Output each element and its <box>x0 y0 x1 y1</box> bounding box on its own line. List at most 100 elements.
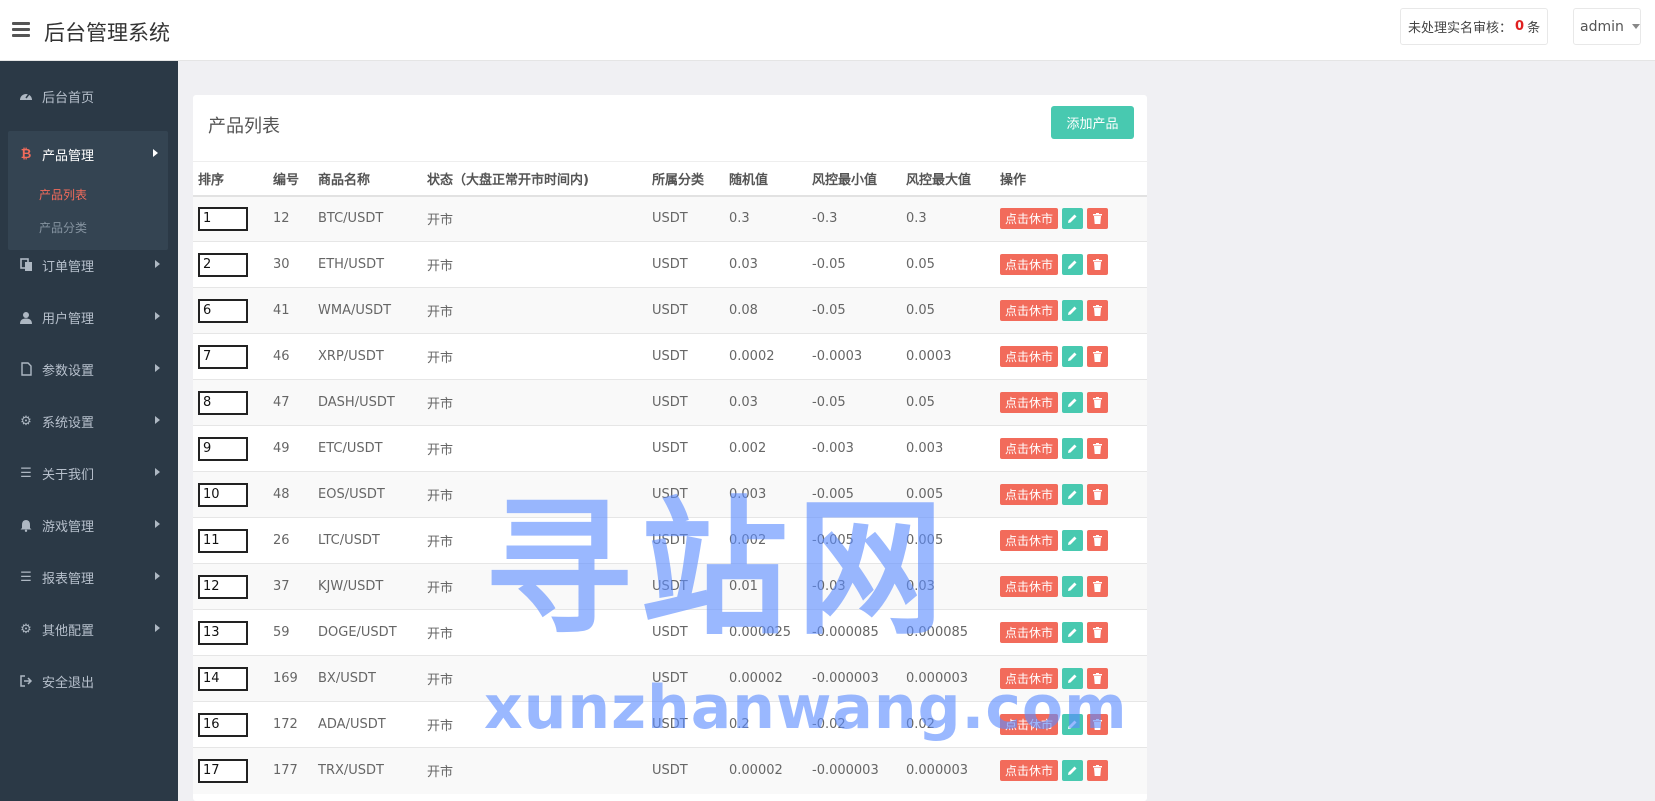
delete-button[interactable] <box>1087 576 1109 597</box>
sidebar-item-params[interactable]: 参数设置 <box>0 349 178 389</box>
edit-button[interactable] <box>1062 714 1084 735</box>
sidebar-item-system[interactable]: ⚙ 系统设置 <box>0 401 178 441</box>
name-cell: EOS/USDT <box>313 471 422 518</box>
close-market-button[interactable]: 点击休市 <box>1000 208 1059 230</box>
user-menu[interactable]: admin <box>1573 8 1641 45</box>
status-cell: 开市 <box>422 563 647 610</box>
edit-button[interactable] <box>1062 622 1084 643</box>
sort-order-input[interactable] <box>198 436 248 461</box>
edit-button[interactable] <box>1062 208 1084 230</box>
close-market-button[interactable]: 点击休市 <box>1000 714 1059 735</box>
close-market-button[interactable]: 点击休市 <box>1000 668 1059 689</box>
close-market-button[interactable]: 点击休市 <box>1000 438 1059 459</box>
add-product-button[interactable]: 添加产品 <box>1051 106 1134 139</box>
close-market-button[interactable]: 点击休市 <box>1000 530 1059 551</box>
sidebar-item-orders[interactable]: 订单管理 <box>0 245 178 285</box>
delete-button[interactable] <box>1087 438 1109 459</box>
sidebar-item-reports[interactable]: ☰ 报表管理 <box>0 557 178 597</box>
menu-toggle-icon[interactable] <box>12 22 30 37</box>
sort-order-input[interactable] <box>198 666 248 691</box>
column-header-status[interactable]: 状态（大盘正常开市时间内) <box>422 161 647 197</box>
pencil-icon <box>1067 719 1078 730</box>
ops-cell: 点击休市 <box>995 287 1147 334</box>
delete-button[interactable] <box>1087 530 1109 551</box>
table-row: 177TRX/USDT开市USDT0.00002-0.0000030.00000… <box>193 747 1147 794</box>
min-cell: -0.005 <box>807 471 901 518</box>
sidebar-item-other[interactable]: ⚙ 其他配置 <box>0 609 178 649</box>
name-cell: BTC/USDT <box>313 195 422 242</box>
table-row: 47DASH/USDT开市USDT0.03-0.050.05点击休市 <box>193 379 1147 426</box>
sort-order-input[interactable] <box>198 298 248 323</box>
min-cell: -0.05 <box>807 241 901 288</box>
column-header-sort[interactable]: 排序 <box>193 161 268 197</box>
sidebar-item-home[interactable]: 后台首页 <box>0 76 178 116</box>
sort-order-input[interactable] <box>198 758 248 783</box>
edit-button[interactable] <box>1062 300 1084 321</box>
table-row: 30ETH/USDT开市USDT0.03-0.050.05点击休市 <box>193 241 1147 288</box>
close-market-button[interactable]: 点击休市 <box>1000 760 1059 782</box>
edit-button[interactable] <box>1062 346 1084 367</box>
column-header-random[interactable]: 随机值 <box>724 161 807 197</box>
sort-order-input[interactable] <box>198 390 248 415</box>
delete-button[interactable] <box>1087 392 1109 413</box>
edit-button[interactable] <box>1062 438 1084 459</box>
delete-button[interactable] <box>1087 346 1109 367</box>
sort-cell <box>193 287 268 334</box>
close-market-button[interactable]: 点击休市 <box>1000 484 1059 505</box>
sort-order-input[interactable] <box>198 574 248 599</box>
sort-order-input[interactable] <box>198 712 248 737</box>
sort-order-input[interactable] <box>198 252 248 277</box>
min-cell: -0.000003 <box>807 655 901 702</box>
edit-button[interactable] <box>1062 668 1084 689</box>
category-cell: USDT <box>647 701 724 748</box>
sidebar-item-logout[interactable]: 安全退出 <box>0 661 178 701</box>
sidebar-item-users[interactable]: 用户管理 <box>0 297 178 337</box>
sidebar-item-about[interactable]: ☰ 关于我们 <box>0 453 178 493</box>
column-header-category[interactable]: 所属分类 <box>647 161 724 197</box>
delete-button[interactable] <box>1087 208 1109 230</box>
delete-button[interactable] <box>1087 300 1109 321</box>
close-market-button[interactable]: 点击休市 <box>1000 300 1059 321</box>
sort-cell <box>193 333 268 380</box>
ops-cell: 点击休市 <box>995 195 1147 242</box>
category-cell: USDT <box>647 333 724 380</box>
delete-button[interactable] <box>1087 668 1109 689</box>
column-header-max[interactable]: 风控最大值 <box>901 161 995 197</box>
delete-button[interactable] <box>1087 622 1109 643</box>
random-cell: 0.003 <box>724 471 807 518</box>
sidebar-item-product[interactable]: ₿ 产品管理 <box>8 134 168 174</box>
column-header-name[interactable]: 商品名称 <box>313 161 422 197</box>
trash-icon <box>1093 305 1103 316</box>
sort-order-input[interactable] <box>198 528 248 553</box>
edit-button[interactable] <box>1062 530 1084 551</box>
close-market-button[interactable]: 点击休市 <box>1000 576 1059 597</box>
sidebar-label: 参数设置 <box>42 363 95 379</box>
delete-button[interactable] <box>1087 254 1109 275</box>
sort-order-input[interactable] <box>198 482 248 507</box>
close-market-button[interactable]: 点击休市 <box>1000 254 1059 275</box>
sidebar-subitem-product-list[interactable]: 产品列表 <box>39 186 87 203</box>
sort-order-input[interactable] <box>198 620 248 645</box>
delete-button[interactable] <box>1087 760 1109 782</box>
column-header-id[interactable]: 编号 <box>268 161 313 197</box>
edit-button[interactable] <box>1062 254 1084 275</box>
close-market-button[interactable]: 点击休市 <box>1000 346 1059 367</box>
pending-review-notice[interactable]: 未处理实名审核： 0 条 <box>1400 8 1549 45</box>
sort-order-input[interactable] <box>198 206 248 231</box>
sidebar-item-games[interactable]: 游戏管理 <box>0 505 178 545</box>
edit-button[interactable] <box>1062 484 1084 505</box>
name-cell: XRP/USDT <box>313 333 422 380</box>
delete-button[interactable] <box>1087 714 1109 735</box>
delete-button[interactable] <box>1087 484 1109 505</box>
sidebar-label: 报表管理 <box>42 571 95 587</box>
sort-order-input[interactable] <box>198 344 248 369</box>
column-header-min[interactable]: 风控最小值 <box>807 161 901 197</box>
close-market-button[interactable]: 点击休市 <box>1000 392 1059 413</box>
edit-button[interactable] <box>1062 392 1084 413</box>
sidebar-subitem-product-category[interactable]: 产品分类 <box>39 219 87 236</box>
bitcoin-icon: ₿ <box>20 147 32 162</box>
min-cell: -0.000003 <box>807 747 901 794</box>
close-market-button[interactable]: 点击休市 <box>1000 622 1059 643</box>
edit-button[interactable] <box>1062 760 1084 782</box>
edit-button[interactable] <box>1062 576 1084 597</box>
